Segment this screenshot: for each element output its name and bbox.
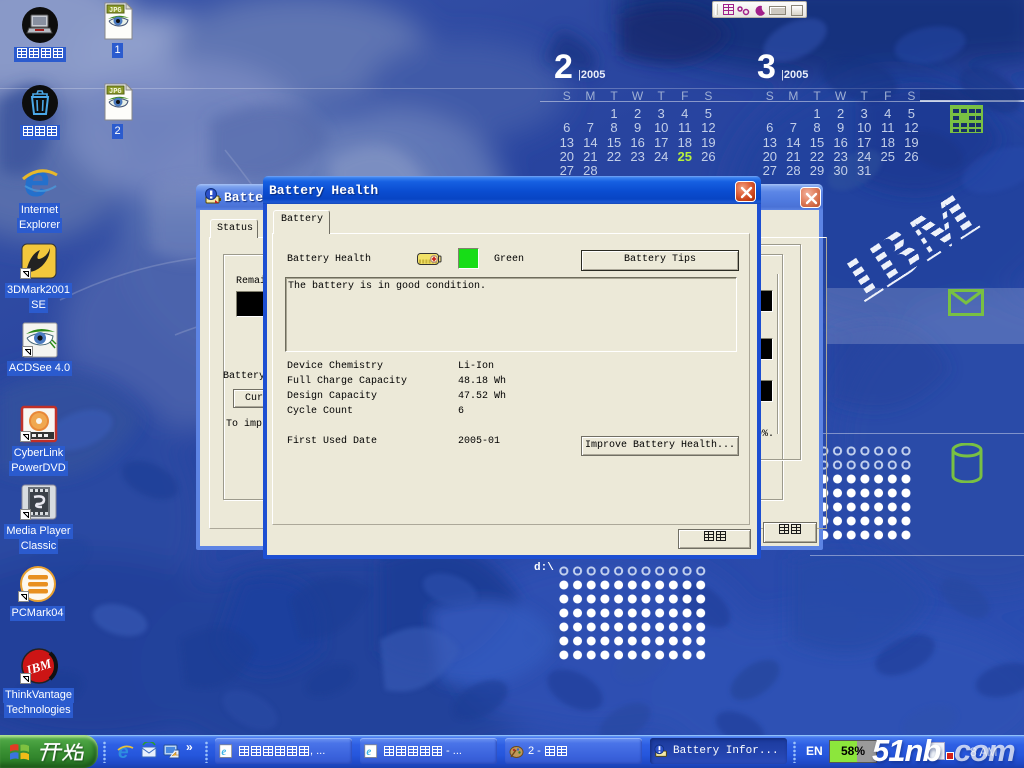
svg-text:e: e <box>24 162 50 200</box>
svg-text:e: e <box>366 746 371 758</box>
svg-text:JPG: JPG <box>109 88 122 96</box>
svg-text:e: e <box>118 742 129 761</box>
svg-text:JPG: JPG <box>109 7 122 15</box>
svg-text:e: e <box>221 746 226 758</box>
